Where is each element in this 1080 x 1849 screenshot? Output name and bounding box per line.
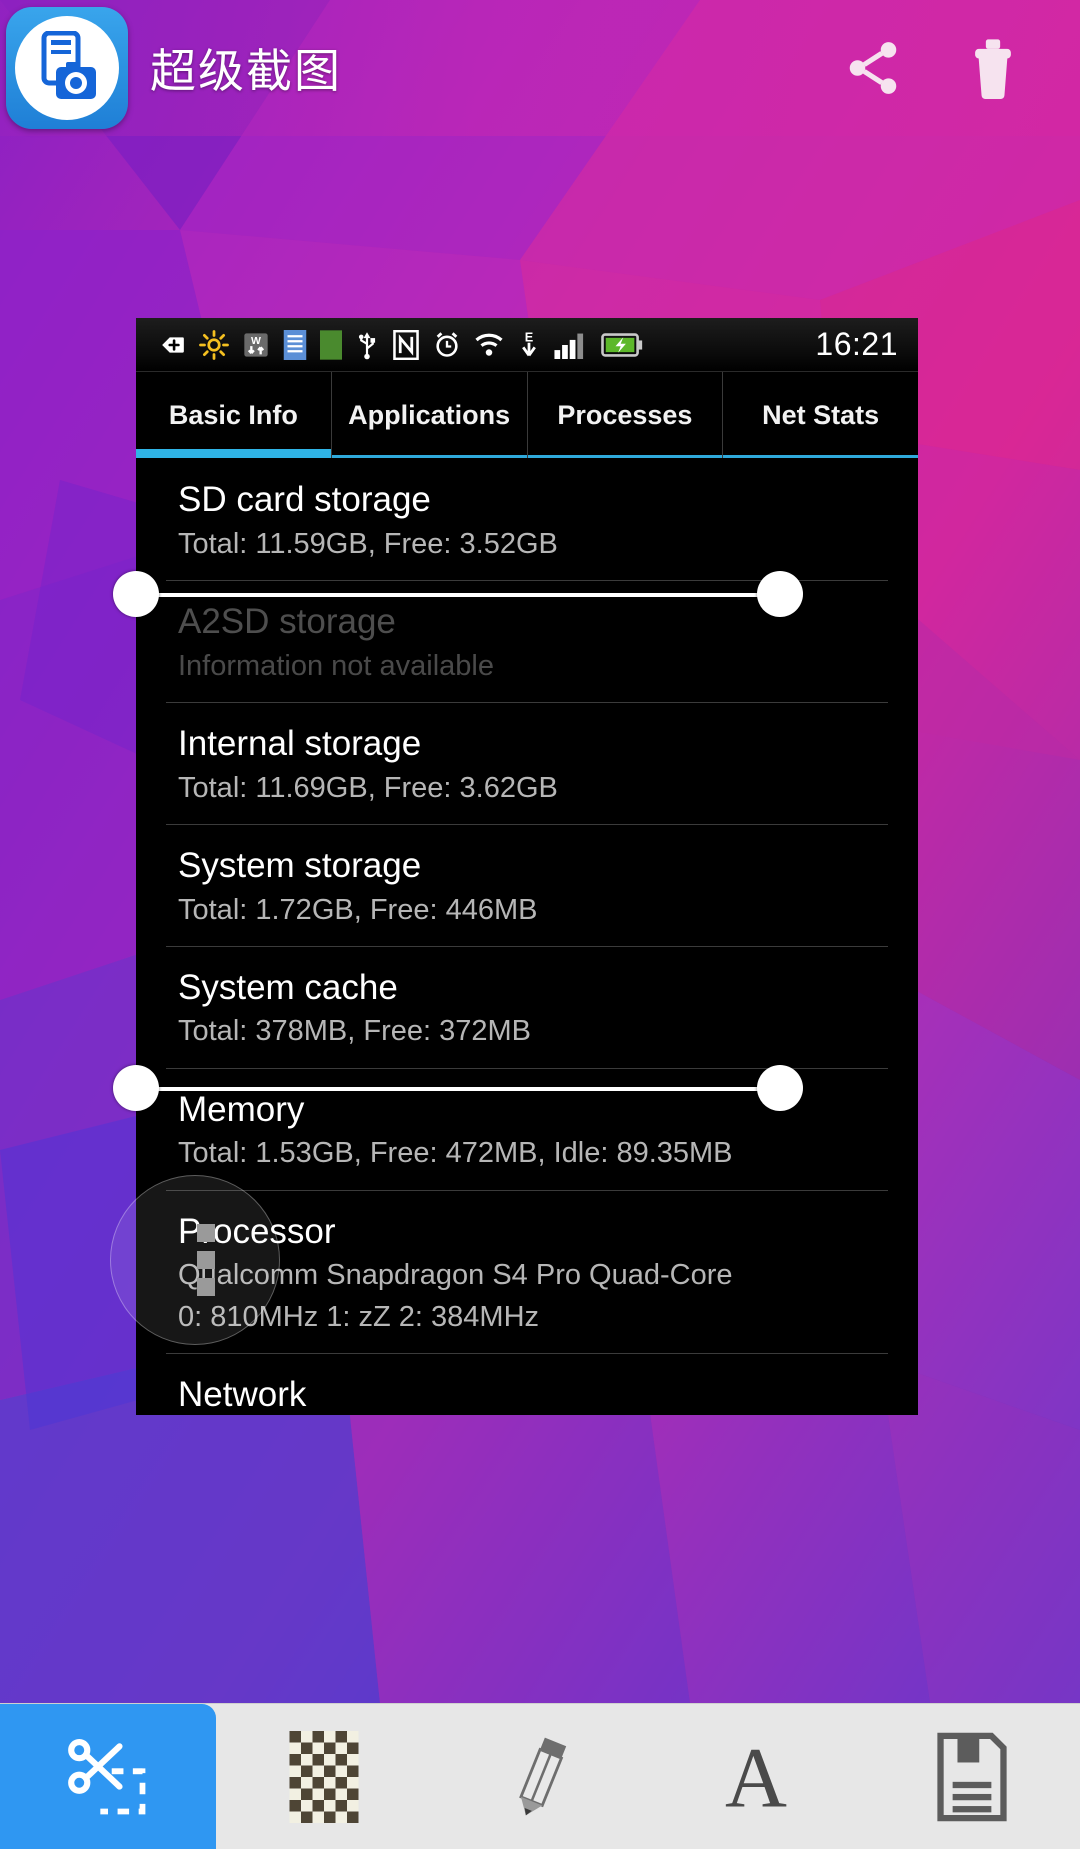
list-item[interactable]: System storage Total: 1.72GB, Free: 446M… [136,823,918,946]
list-item-title: Internal storage [178,723,422,763]
list-item[interactable]: System cache Total: 378MB, Free: 372MB [136,945,918,1068]
app-bar: 超级截图 [0,0,1080,136]
document-icon [283,329,307,360]
crop-line-bottom[interactable] [136,1087,780,1091]
status-bar-clock: 16:21 [815,326,898,362]
svg-text:E: E [525,330,533,344]
list-item-title: A2SD storage [178,601,396,641]
tab-net-stats[interactable]: Net Stats [723,372,918,458]
delete-icon[interactable] [962,37,1024,99]
back-arrow-icon [162,336,184,353]
tab-bar: Basic Info Applications Processes Net St… [136,372,918,458]
list-item-sub: Total: 1.72GB, Free: 446MB [178,893,538,926]
tab-processes[interactable]: Processes [527,372,724,458]
share-glyph [849,42,897,94]
crop-handle-top-right[interactable] [757,571,803,617]
list-item-title: System cache [178,967,398,1007]
text-tool[interactable]: A [648,1704,864,1849]
floppy-save-icon [937,1732,1007,1821]
crop-handle-bottom-right[interactable] [757,1065,803,1111]
status-icons: W E [160,329,643,360]
list-item[interactable]: Internal storage Total: 11.69GB, Free: 3… [136,701,918,824]
app-bar-actions [842,37,1024,99]
save-tool[interactable] [864,1704,1080,1849]
radial-drag-handle[interactable] [110,1175,280,1345]
share-icon[interactable] [842,37,904,99]
list-item-sub: Total: 11.69GB, Free: 3.62GB [178,771,558,804]
trash-glyph [975,39,1011,99]
drag-dots-icon [197,1224,215,1296]
text-a-icon: A [725,1731,787,1823]
list-item-sub: Total: 1.53GB, Free: 472MB, Idle: 89.35M… [178,1137,733,1170]
crop-handle-bottom-left[interactable] [113,1065,159,1111]
list-item-title: System storage [178,845,422,885]
app-title: 超级截图 [150,45,342,97]
list-item-sub: Qualcomm Snapdragon S4 Pro Quad-Core [178,1259,733,1292]
list-item-sub: Total: 378MB, Free: 372MB [178,1015,531,1048]
list-item-sub-secondary: 0: 810MHz 1: zZ 2: 384MHz [178,1300,540,1333]
usb-icon [358,331,376,359]
list-item-title: Memory [178,1089,305,1129]
pencil-icon [519,1737,567,1815]
wifi-icon [475,333,503,356]
mosaic-icon [289,1730,359,1823]
crop-handle-top-left[interactable] [113,571,159,617]
crop-tool[interactable] [0,1704,216,1849]
list-item-sub: Information not available [178,649,494,682]
scissors-crop-icon [68,1738,146,1814]
list-item-title: Processor [178,1211,336,1251]
svg-text:W: W [251,334,261,346]
phone-camera-icon [41,31,96,99]
battery-charging-icon [601,332,643,357]
green-square-icon [320,329,342,360]
brightness-icon [199,329,229,360]
alarm-icon [436,331,458,357]
tab-basic-info[interactable]: Basic Info [136,372,332,458]
list-item[interactable]: SD card storage Total: 11.59GB, Free: 3.… [136,458,918,580]
svg-text:A: A [725,1731,787,1823]
edge-network-icon: E [522,330,536,356]
screen-root: 超级截图 W E 16:21 Basic Info Applications P… [0,0,1080,1849]
android-status-bar: W E 16:21 [136,318,918,372]
wifi-transfer-icon: W [244,332,268,357]
list-item-title: SD card storage [178,480,431,519]
mosaic-tool[interactable] [216,1704,432,1849]
tab-applications[interactable]: Applications [331,372,528,458]
list-item-title: Network [178,1375,307,1415]
list-item[interactable]: Network fe80::ea99:c4ff:feb2:27a%wlan0, … [136,1353,918,1415]
pencil-tool[interactable] [432,1704,648,1849]
signal-bars-icon [554,333,584,359]
nfc-icon [393,329,419,360]
editor-toolbar: A [0,1703,1080,1849]
list-item-sub: Total: 11.59GB, Free: 3.52GB [178,527,558,560]
crop-line-top[interactable] [136,593,780,597]
screenshot-app-icon [6,7,128,129]
